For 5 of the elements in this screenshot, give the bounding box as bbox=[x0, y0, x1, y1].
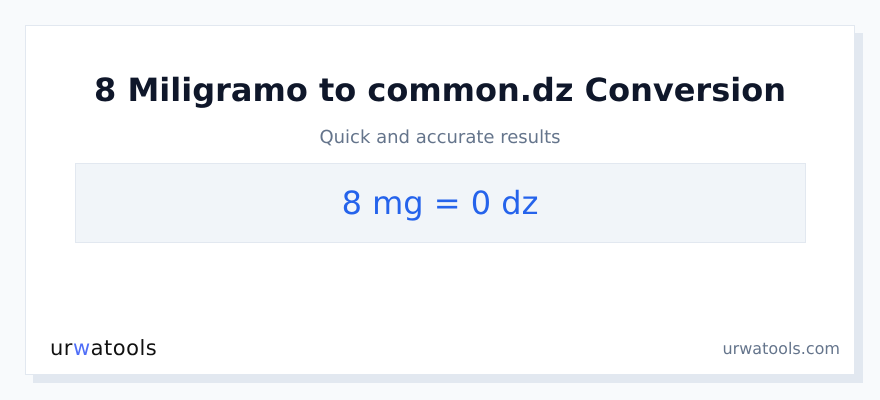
result-text: 8 mg = 0 dz bbox=[342, 184, 538, 222]
subtitle: Quick and accurate results bbox=[319, 126, 561, 150]
page-title: 8 Miligramo to common.dz Conversion bbox=[94, 70, 786, 110]
logo: urwatools bbox=[50, 336, 158, 360]
site-url: urwatools.com bbox=[722, 338, 840, 358]
